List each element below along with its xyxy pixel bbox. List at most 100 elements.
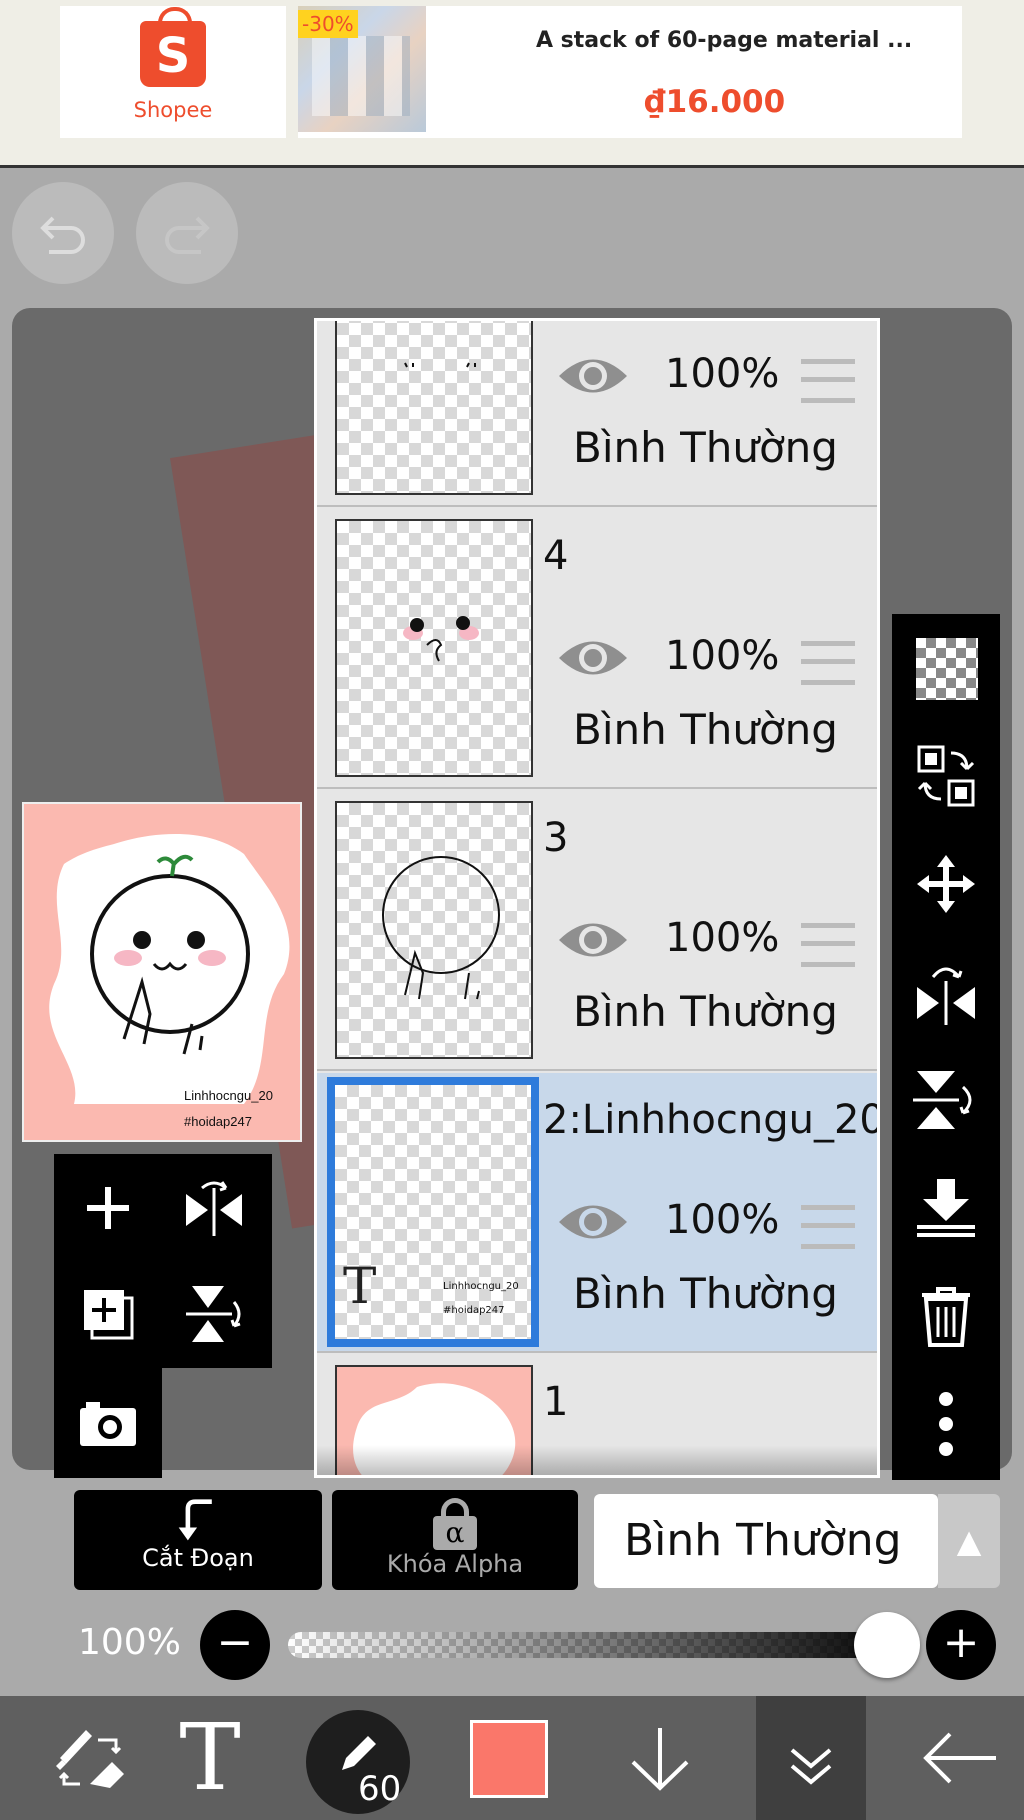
canvas-preview[interactable]: Linhhocngu_20 #hoidap247 [22,802,302,1142]
opacity-slider-knob[interactable] [854,1612,920,1678]
layer-blend-mode: Bình Thường [573,705,838,754]
bottom-toolbar: T 60 [0,1696,1024,1820]
layer-opacity: 100% [665,351,780,397]
ad-brand-logo[interactable]: S Shopee [60,6,286,138]
drag-handle-icon[interactable] [801,641,855,685]
layer-opacity: 100% [665,633,780,679]
layers-panel-button[interactable] [756,1696,866,1820]
add-layer-button[interactable] [56,1156,160,1260]
flip-horizontal-layer-button[interactable] [162,1156,266,1260]
layer-row[interactable]: 3 100% Bình Thường [317,791,877,1071]
layer-name: 3 [543,815,569,861]
blend-mode-select[interactable]: Bình Thường [594,1494,938,1588]
back-button[interactable] [900,1696,1020,1820]
layer-blend-mode: Bình Thường [573,423,838,472]
ad-brand-name: Shopee [133,98,213,122]
text-tool-button[interactable]: T [150,1696,270,1820]
preview-watermark-1: Linhhocngu_20 [184,1088,273,1103]
layer-thumbnail[interactable] [335,801,533,1059]
clipping-button[interactable]: Cắt Đoạn [74,1490,322,1590]
flip-vertical-icon [186,1286,241,1342]
layer-thumbnail[interactable] [335,321,533,495]
layer-blend-mode: Bình Thường [573,987,838,1036]
layer-row[interactable]: 4 100% Bình Thường [317,509,877,789]
ad-banner[interactable]: S Shopee -30% A stack of 60-page materia… [0,0,1024,168]
brush-size-button[interactable]: 60 [306,1710,410,1814]
ad-discount-badge: -30% [298,10,358,38]
undo-icon [40,216,85,254]
clipping-label: Cắt Đoạn [142,1544,254,1572]
layer-panel-fade [317,1445,877,1475]
plus-icon [87,1187,129,1229]
checkerboard-icon [916,638,978,700]
more-options-button[interactable] [892,1370,1000,1478]
opacity-slider[interactable] [288,1632,908,1658]
import-photo-button[interactable] [56,1370,160,1474]
blend-mode-dropdown-arrow-icon[interactable]: ▲ [938,1494,1000,1588]
layer-name: 2:Linhhocngu_20 [543,1097,880,1143]
layer-opacity: 100% [665,1197,780,1243]
layer-tool-palette-extension [54,1368,162,1478]
layer-thumbnail[interactable] [335,519,533,777]
flip-horizontal-icon [917,967,975,1025]
flip-horizontal-button[interactable] [892,938,1000,1046]
layer-blend-mode: Bình Thường [573,1269,838,1318]
double-chevron-down-icon [790,1748,832,1785]
alpha-glyph: α [433,1516,477,1550]
layer-tool-palette [54,1154,272,1368]
ad-product-price: ₫16.000 [644,84,786,120]
transform-button[interactable] [892,722,1000,830]
flip-vertical-icon [913,1071,972,1129]
layer-opacity-label: 100% [78,1622,181,1663]
layer-panel[interactable]: 100% Bình Thường 4 100% Bình Thường 3 10… [314,318,880,1478]
redo-button[interactable] [136,182,238,284]
ad-product-card[interactable]: -30% A stack of 60-page material ... ₫16… [298,6,962,138]
opacity-increase-button[interactable]: + [926,1610,996,1680]
layer-thumb-text-1: Linhhocngu_20 [443,1281,519,1292]
arrow-left-icon [923,1732,996,1784]
eye-icon[interactable] [557,635,629,681]
drag-handle-icon[interactable] [801,359,855,403]
flip-vertical-layer-button[interactable] [162,1262,266,1366]
redo-icon [165,216,210,254]
transparent-fill-button[interactable] [892,614,1000,722]
move-icon [917,855,975,913]
brush-size-value: 60 [358,1769,402,1809]
layer-thumb-text-2: #hoidap247 [443,1305,505,1316]
brush-eraser-swap-icon [56,1730,124,1788]
alpha-lock-button[interactable]: α Khóa Alpha [332,1490,578,1590]
layer-opacity: 100% [665,915,780,961]
eye-icon[interactable] [557,917,629,963]
text-layer-icon: T [343,1257,377,1315]
eye-icon[interactable] [557,1199,629,1245]
delete-layer-button[interactable] [892,1262,1000,1370]
opacity-decrease-button[interactable]: − [200,1610,270,1680]
layer-row[interactable]: 100% Bình Thường [317,321,877,507]
merge-down-button[interactable] [892,1154,1000,1262]
layer-row-selected[interactable]: T Linhhocngu_20 #hoidap247 2:Linhhocngu_… [317,1073,877,1353]
layer-thumbnail[interactable]: T Linhhocngu_20 #hoidap247 [327,1077,539,1347]
drag-handle-icon[interactable] [801,1205,855,1249]
scroll-down-button[interactable] [600,1696,720,1820]
undo-button[interactable] [12,182,114,284]
arrow-down-icon [631,1728,689,1791]
preview-watermark-2: #hoidap247 [184,1114,252,1129]
duplicate-icon [84,1290,134,1340]
alpha-lock-label: Khóa Alpha [386,1550,524,1578]
tool-switch-button[interactable] [30,1696,150,1820]
color-picker-swatch[interactable] [470,1720,548,1798]
move-button[interactable] [892,830,1000,938]
drag-handle-icon[interactable] [801,923,855,967]
shopee-bag-icon: S [140,7,206,87]
swap-layer-icon [917,745,975,807]
merge-down-icon [917,1179,975,1237]
layer-name: 1 [543,1379,569,1425]
eye-icon[interactable] [557,353,629,399]
flip-horizontal-icon [186,1181,242,1236]
duplicate-layer-button[interactable] [56,1262,160,1366]
lock-icon: α [433,1498,477,1550]
more-vertical-icon [939,1392,953,1456]
layer-action-toolbar [892,614,1000,1480]
flip-vertical-button[interactable] [892,1046,1000,1154]
layer-name: 4 [543,533,569,579]
